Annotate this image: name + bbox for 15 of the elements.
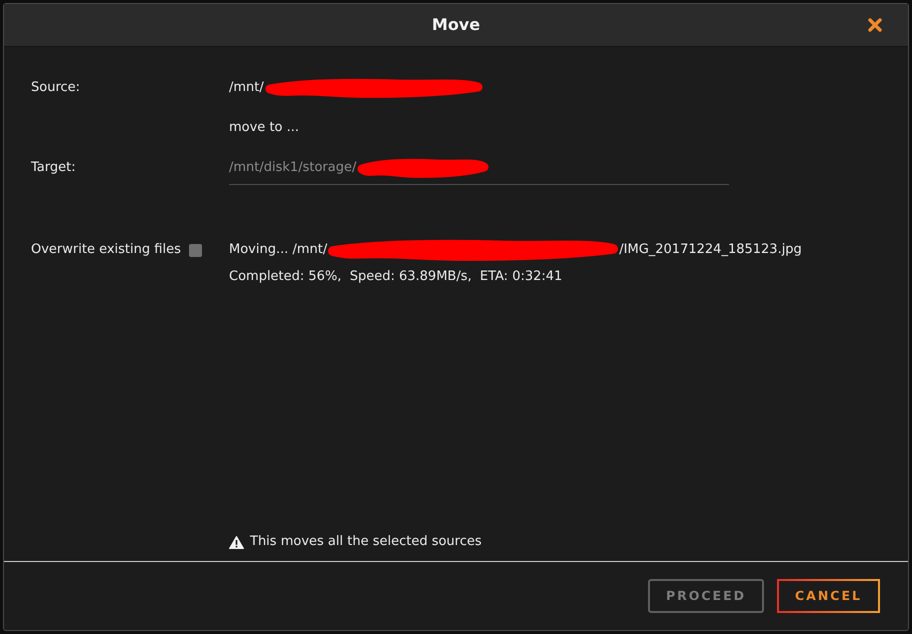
source-label: Source: — [31, 79, 82, 98]
source-path: /mnt/ — [229, 79, 264, 98]
moving-file-text: Moving... /mnt/ — [229, 241, 328, 260]
target-field[interactable]: /mnt/disk1/storage/ — [229, 158, 729, 185]
close-icon[interactable] — [868, 18, 882, 32]
progress-status: Completed: 56%, Speed: 63.89MB/s, ETA: 0:32:41 — [229, 268, 562, 286]
moving-file-name: /IMG_20171224_185123.jpg — [619, 241, 802, 260]
target-label: Target: — [31, 159, 77, 177]
window-title: Move — [432, 14, 480, 36]
cancel-button[interactable]: CANCEL — [777, 579, 880, 613]
warning-text: This moves all the selected sources — [250, 533, 482, 552]
overwrite-label: Overwrite existing files — [31, 241, 181, 260]
move-to-text: move to ... — [229, 119, 300, 138]
warning-icon — [229, 536, 244, 548]
checkbox[interactable] — [188, 244, 202, 256]
